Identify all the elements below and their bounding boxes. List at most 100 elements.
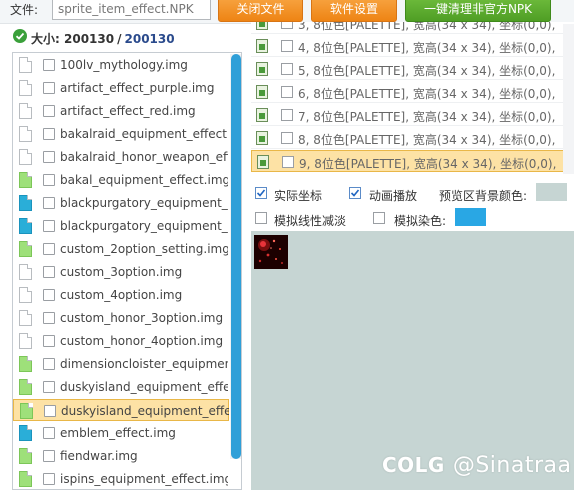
frame-checkbox[interactable] xyxy=(281,86,293,98)
dye-label: 模拟染色: xyxy=(394,214,447,228)
img-file-icon xyxy=(19,80,32,96)
frame-checkbox[interactable] xyxy=(281,109,293,121)
frame-image-icon xyxy=(256,62,268,76)
file-checkbox[interactable] xyxy=(43,450,55,462)
img-file-icon xyxy=(19,149,32,165)
img-file-icon xyxy=(19,172,32,188)
file-name: fiendwar.img xyxy=(60,449,138,463)
file-path-field[interactable]: sprite_item_effect.NPK xyxy=(52,0,211,20)
file-list-item[interactable]: duskyisland_equipment_effect xyxy=(13,399,229,421)
file-list-item[interactable]: blackpurgatory_equipment_or. xyxy=(13,192,229,214)
file-checkbox[interactable] xyxy=(43,128,55,140)
file-list-item[interactable]: bakalraid_honor_weapon_effe xyxy=(13,146,229,168)
img-file-icon xyxy=(20,403,33,419)
file-list-item[interactable]: ispins_equipment_effect.img xyxy=(13,468,229,489)
file-name: emblem_effect.img xyxy=(60,426,176,440)
file-checkbox[interactable] xyxy=(43,335,55,347)
frame-image-icon xyxy=(256,131,268,145)
settings-button[interactable]: 软件设置 xyxy=(311,0,397,22)
frame-info: 8, 8位色[PALETTE], 宽高(34 x 34), 坐标(0,0), xyxy=(298,133,556,147)
file-name: blackpurgatory_equipment_or. xyxy=(60,196,228,210)
file-name: custom_2option_setting.img xyxy=(60,242,228,256)
frame-list-item[interactable]: 9, 8位色[PALETTE], 宽高(34 x 34), 坐标(0,0), xyxy=(251,150,574,172)
img-file-icon xyxy=(19,310,32,326)
img-file-icon xyxy=(19,103,32,119)
file-list-scrollbar[interactable] xyxy=(230,54,241,459)
img-file-list[interactable]: 100lv_mythology.img artifact_effect_purpl… xyxy=(12,52,242,490)
file-checkbox[interactable] xyxy=(44,405,56,417)
sprite-effect-image xyxy=(254,235,288,269)
file-checkbox[interactable] xyxy=(43,197,55,209)
close-file-button[interactable]: 关闭文件 xyxy=(218,0,303,22)
file-checkbox[interactable] xyxy=(43,312,55,324)
file-checkbox[interactable] xyxy=(43,266,55,278)
file-list-item[interactable]: duskyisland_equipment_effect xyxy=(13,376,229,398)
file-list-item[interactable]: 100lv_mythology.img xyxy=(13,54,229,76)
frame-list-item[interactable]: 5, 8位色[PALETTE], 宽高(34 x 34), 坐标(0,0), xyxy=(251,58,574,80)
file-name: artifact_effect_red.img xyxy=(60,104,196,118)
frame-checkbox[interactable] xyxy=(282,156,294,168)
frame-image-icon xyxy=(256,39,268,53)
file-checkbox[interactable] xyxy=(43,289,55,301)
file-checkbox[interactable] xyxy=(43,105,55,117)
frame-checkbox[interactable] xyxy=(281,132,293,144)
frame-image-icon xyxy=(257,155,269,169)
img-file-icon xyxy=(19,264,32,280)
file-checkbox[interactable] xyxy=(43,82,55,94)
file-list-item[interactable]: custom_4option.img xyxy=(13,284,229,306)
file-name: custom_honor_3option.img xyxy=(60,311,224,325)
file-list-item[interactable]: custom_honor_4option.img xyxy=(13,330,229,352)
file-checkbox[interactable] xyxy=(43,358,55,370)
file-list-item[interactable]: fiendwar.img xyxy=(13,445,229,467)
frame-checkbox[interactable] xyxy=(281,22,293,29)
file-name: bakalraid_honor_weapon_effe xyxy=(60,150,228,164)
file-checkbox[interactable] xyxy=(43,174,55,186)
sprite-preview-area[interactable] xyxy=(251,231,574,490)
frame-list-item[interactable]: 7, 8位色[PALETTE], 宽高(34 x 34), 坐标(0,0), xyxy=(251,104,574,126)
size-total: 200130 xyxy=(124,32,175,46)
frame-checkbox[interactable] xyxy=(281,63,293,75)
dye-checkbox[interactable] xyxy=(373,212,385,224)
file-list-item[interactable]: artifact_effect_purple.img xyxy=(13,77,229,99)
frame-image-icon xyxy=(256,108,268,122)
img-file-icon xyxy=(19,333,32,349)
file-list-item[interactable]: blackpurgatory_equipment_or. xyxy=(13,215,229,237)
frame-list-item[interactable]: 6, 8位色[PALETTE], 宽高(34 x 34), 坐标(0,0), xyxy=(251,81,574,103)
frame-list-item[interactable]: 3, 8位色[PALETTE], 宽高(34 x 34), 坐标(0,0), xyxy=(251,22,574,34)
animate-label: 动画播放 xyxy=(369,189,418,203)
frame-list-item[interactable]: 8, 8位色[PALETTE], 宽高(34 x 34), 坐标(0,0), xyxy=(251,127,574,149)
frame-info: 4, 8位色[PALETTE], 宽高(34 x 34), 坐标(0,0), xyxy=(298,41,556,55)
file-list-scroll-thumb[interactable] xyxy=(231,54,241,459)
animate-checkbox[interactable] xyxy=(349,187,361,199)
file-checkbox[interactable] xyxy=(43,243,55,255)
file-checkbox[interactable] xyxy=(43,59,55,71)
preview-options: 实际坐标 动画播放 预览区背景颜色: 模拟线性减淡 模拟染色: xyxy=(251,180,574,230)
file-list-item[interactable]: custom_2option_setting.img xyxy=(13,238,229,260)
file-list-item[interactable]: bakal_equipment_effect.img xyxy=(13,169,229,191)
actual-coords-checkbox[interactable] xyxy=(255,187,267,199)
file-checkbox[interactable] xyxy=(43,473,55,485)
file-checkbox[interactable] xyxy=(43,427,55,439)
file-name: artifact_effect_purple.img xyxy=(60,81,215,95)
file-checkbox[interactable] xyxy=(43,151,55,163)
file-list-item[interactable]: artifact_effect_red.img xyxy=(13,100,229,122)
file-list-item[interactable]: emblem_effect.img xyxy=(13,422,229,444)
watermark-handle: @Sinatraa xyxy=(452,453,572,478)
file-list-item[interactable]: bakalraid_equipment_effect.im xyxy=(13,123,229,145)
file-name: 100lv_mythology.img xyxy=(60,58,188,72)
linear-fade-checkbox[interactable] xyxy=(255,212,267,224)
frame-list-item[interactable]: 4, 8位色[PALETTE], 宽高(34 x 34), 坐标(0,0), xyxy=(251,35,574,57)
file-list-item[interactable]: dimensioncloister_equipment_ xyxy=(13,353,229,375)
file-list-item[interactable]: custom_3option.img xyxy=(13,261,229,283)
clean-unofficial-npk-button[interactable]: 一键清理非官方NPK xyxy=(405,0,551,22)
sprite-frame-list[interactable]: 3, 8位色[PALETTE], 宽高(34 x 34), 坐标(0,0), 4,… xyxy=(251,22,574,180)
bg-color-swatch[interactable] xyxy=(536,183,567,201)
file-checkbox[interactable] xyxy=(43,220,55,232)
frame-list-scrollbar[interactable] xyxy=(563,24,574,174)
file-list-item[interactable]: custom_honor_3option.img xyxy=(13,307,229,329)
file-checkbox[interactable] xyxy=(43,381,55,393)
file-name: dimensioncloister_equipment_ xyxy=(60,357,228,371)
frame-checkbox[interactable] xyxy=(281,40,293,52)
dye-color-swatch[interactable] xyxy=(455,208,486,226)
img-file-icon xyxy=(19,126,32,142)
